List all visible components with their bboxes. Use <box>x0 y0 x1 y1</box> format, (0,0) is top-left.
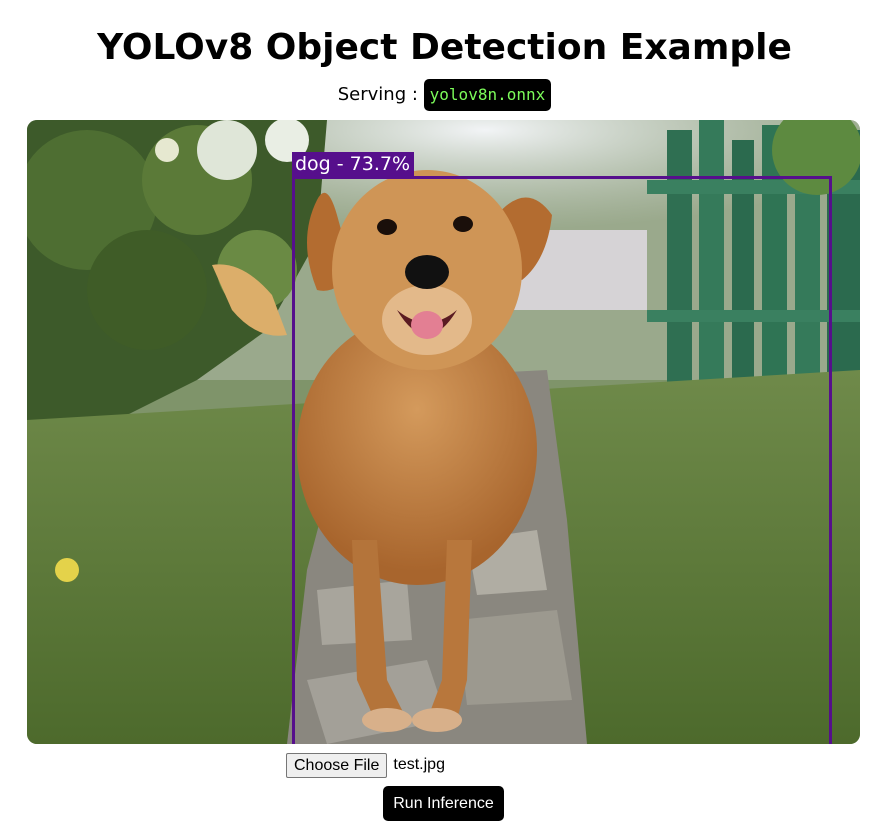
choose-file-button[interactable]: Choose File <box>286 752 388 778</box>
model-name-badge: yolov8n.onnx <box>423 79 552 111</box>
file-picker: Choose File test.jpg <box>286 752 445 778</box>
detection-box <box>292 176 832 744</box>
page-title: YOLOv8 Object Detection Example <box>97 27 792 68</box>
serving-label: Serving : <box>337 84 418 105</box>
detection-label: dog - 73.7% <box>292 152 415 176</box>
serving-line: Serving : yolov8n.onnx <box>0 78 889 112</box>
detection-result-image: dog - 73.7% <box>27 120 860 744</box>
selected-file-name: test.jpg <box>393 756 445 773</box>
run-inference-button[interactable]: Run Inference <box>383 786 504 821</box>
